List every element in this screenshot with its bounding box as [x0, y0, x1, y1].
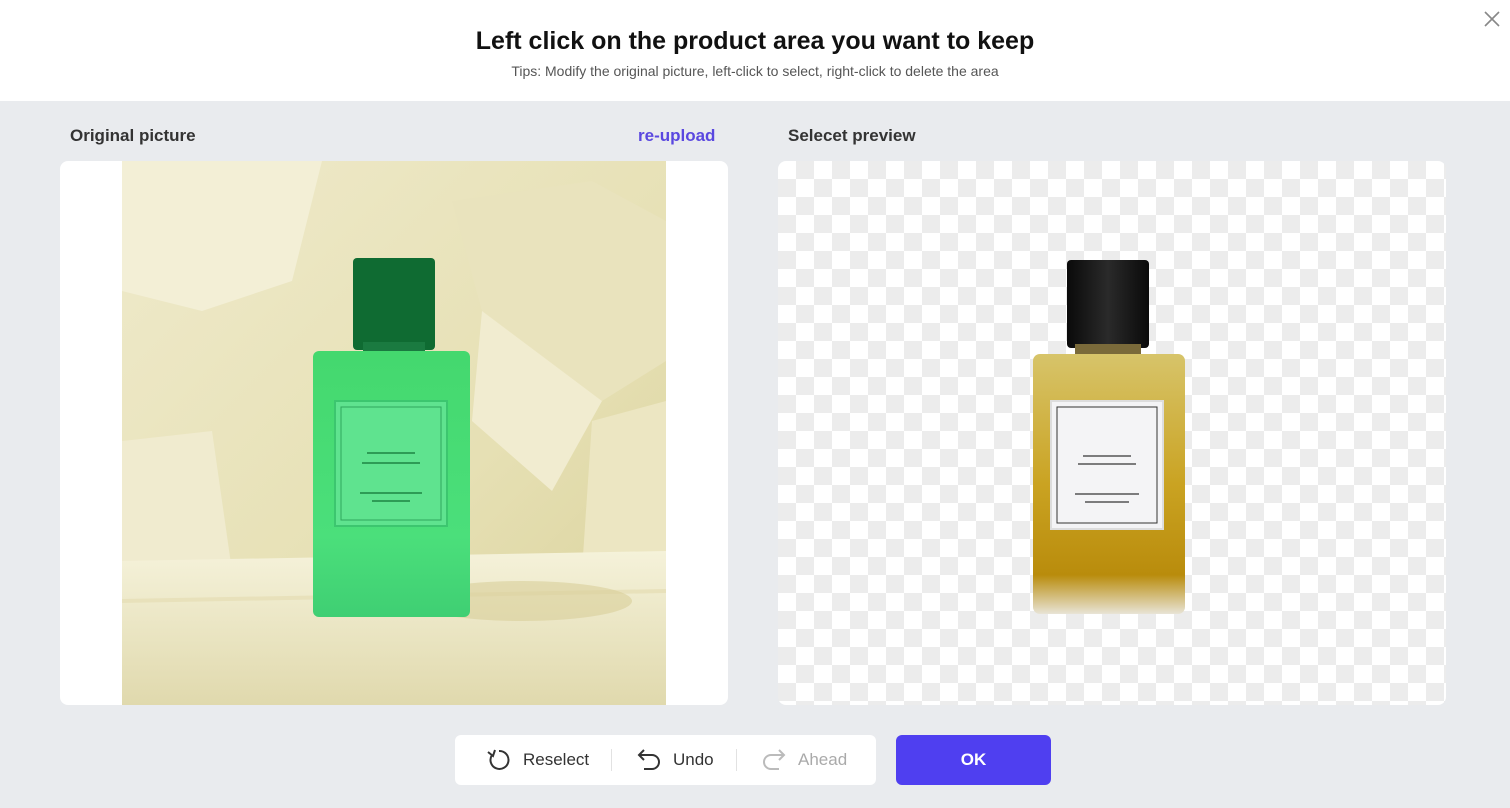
ahead-label: Ahead [798, 750, 848, 769]
redo-icon [763, 749, 786, 770]
ahead-button[interactable]: Ahead [760, 735, 847, 785]
undo-icon [637, 749, 660, 770]
dialog-header: Left click on the product area you want … [0, 0, 1510, 101]
selection-preview-panel [778, 161, 1446, 705]
undo-label: Undo [673, 750, 714, 769]
toolbar-divider [736, 749, 737, 771]
reselect-icon [487, 749, 510, 770]
undo-button[interactable]: Undo [635, 735, 714, 785]
close-icon[interactable] [1481, 8, 1503, 30]
reupload-link[interactable]: re-upload [638, 126, 715, 146]
reselect-label: Reselect [523, 750, 590, 769]
original-picture-label: Original picture [70, 126, 196, 145]
reselect-button[interactable]: Reselect [485, 735, 589, 785]
preview-cutout-image [1033, 260, 1185, 614]
dialog-tips: Tips: Modify the original picture, left-… [511, 63, 999, 79]
ok-button[interactable]: OK [896, 735, 1051, 785]
dialog-title: Left click on the product area you want … [475, 27, 1035, 55]
edit-toolbar: Reselect Undo Ahead [455, 735, 876, 785]
toolbar-divider [611, 749, 612, 771]
original-picture-panel [60, 161, 728, 705]
preview-label: Selecet preview [788, 126, 916, 145]
original-photo[interactable] [122, 161, 666, 705]
